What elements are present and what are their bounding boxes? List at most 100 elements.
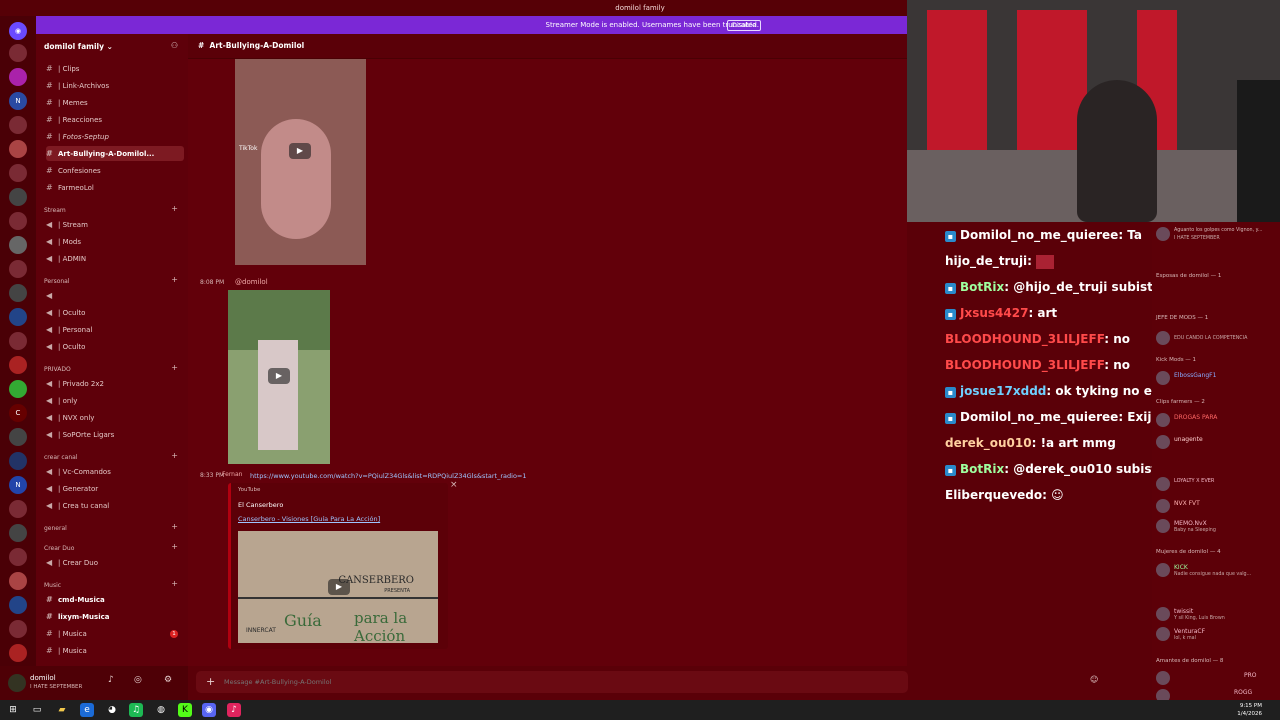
add-channel-icon[interactable]: + — [171, 579, 178, 588]
disable-streamer-button[interactable]: Disable — [726, 20, 761, 31]
voice-channel-mods[interactable]: ◀ | Mods — [46, 234, 184, 249]
server-icon[interactable] — [9, 380, 27, 398]
server-icon[interactable] — [9, 332, 27, 350]
server-icon[interactable] — [9, 140, 27, 158]
server-icon[interactable] — [9, 188, 27, 206]
channel-confesiones[interactable]: # Confesiones — [46, 163, 184, 178]
voice-channel-vc-comandos[interactable]: ◀ | Vc-Comandos — [46, 464, 184, 479]
voice-channel-only[interactable]: ◀ | only — [46, 393, 184, 408]
channel-reacciones[interactable]: # | Reacciones — [46, 112, 184, 127]
tiktok-video[interactable]: TikTok ▶ — [235, 59, 366, 265]
member-item[interactable]: DROGAS PARA — [1156, 412, 1280, 430]
server-icon[interactable] — [9, 308, 27, 326]
category-stream[interactable]: Stream — [44, 206, 66, 216]
category-crear-canal[interactable]: crear canal — [44, 453, 78, 463]
server-icon[interactable] — [9, 68, 27, 86]
play-icon[interactable]: ▶ — [268, 368, 290, 384]
server-icon[interactable] — [9, 548, 27, 566]
add-member-icon[interactable]: ⚇ — [171, 41, 178, 50]
message-list[interactable]: TikTok ▶ 8:08 PM @domilol ▶ 8:33 PM Fern… — [188, 59, 907, 666]
voice-channel-oculto-2[interactable]: ◀ | Oculto — [46, 339, 184, 354]
spotify-icon[interactable]: ♫ — [129, 703, 143, 717]
server-icon[interactable] — [9, 524, 27, 542]
add-channel-icon[interactable]: + — [171, 204, 178, 213]
server-icon[interactable] — [9, 572, 27, 590]
edge-icon[interactable]: e — [80, 703, 94, 717]
avatar[interactable] — [8, 674, 26, 692]
member-item[interactable]: MEMO.NvX Baby na Sleeping — [1156, 518, 1280, 536]
channel-fotos-septup[interactable]: # | Fotos-Septup — [46, 129, 184, 144]
plus-icon[interactable]: + — [206, 675, 215, 688]
server-icon[interactable] — [9, 596, 27, 614]
add-channel-icon[interactable]: + — [171, 522, 178, 531]
member-item[interactable]: VenturaCF lol, k mal — [1156, 626, 1280, 644]
member-item[interactable]: LOYALTY X EVER — [1156, 476, 1280, 494]
home-icon[interactable]: ◉ — [9, 22, 27, 40]
server-icon[interactable] — [9, 164, 27, 182]
channel-link-archivos[interactable]: # | Link-Archivos — [46, 78, 184, 93]
channel-clips[interactable]: # | Clips — [46, 61, 184, 76]
channel-cmd-musica[interactable]: # cmd-Musica — [46, 592, 184, 607]
username[interactable]: domilol — [30, 674, 56, 682]
message-author[interactable]: Fernan — [222, 471, 242, 478]
server-icon[interactable] — [9, 452, 27, 470]
category-personal[interactable]: Personal — [44, 277, 70, 287]
channel-farmeolol[interactable]: # FarmeoLol — [46, 180, 184, 195]
play-icon[interactable]: ▶ — [328, 579, 350, 595]
voice-channel-privado[interactable]: ◀ | Privado 2x2 — [46, 376, 184, 391]
category-crear-duo[interactable]: Crear Duo — [44, 544, 74, 554]
kick-icon[interactable]: K — [178, 703, 192, 717]
server-icon[interactable]: C — [9, 404, 27, 422]
embed-author[interactable]: El Canserbero — [238, 501, 283, 509]
headphones-icon[interactable]: ◎ — [134, 675, 142, 685]
server-icon[interactable] — [9, 260, 27, 278]
voice-channel[interactable]: ◀ — [46, 288, 184, 303]
youtube-link[interactable]: https://www.youtube.com/watch?v=PQiulZ34… — [250, 472, 527, 480]
video-attachment[interactable]: ▶ — [228, 290, 330, 464]
member-item[interactable]: EDU CANDO LA COMPETENCIA — [1156, 330, 1280, 348]
voice-channel-oculto[interactable]: ◀ | Oculto — [46, 305, 184, 320]
channel-art-bullying[interactable]: # Art-Bullying-A-Domilol... — [46, 146, 184, 161]
message-input[interactable] — [224, 676, 624, 688]
microphone-icon[interactable]: ♪ — [108, 675, 114, 685]
app-icon[interactable]: ♪ — [227, 703, 241, 717]
member-item[interactable]: unagente — [1156, 434, 1280, 452]
video-thumbnail[interactable]: CANSERBERO PRESENTA Guía para la Acción … — [238, 531, 438, 643]
member-item[interactable]: KICK Nadie consigue nada que valg... — [1156, 562, 1280, 580]
channel-lixym-musica[interactable]: # lixym-Musica — [46, 609, 184, 624]
browser-icon[interactable]: ◍ — [154, 703, 168, 717]
voice-channel-crear-duo[interactable]: ◀ | Crear Duo — [46, 555, 184, 570]
server-icon[interactable] — [9, 644, 27, 662]
server-icon[interactable]: N — [9, 476, 27, 494]
category-privado[interactable]: PRIVADO — [44, 365, 71, 375]
server-icon[interactable] — [9, 356, 27, 374]
windows-start-icon[interactable]: ⊞ — [6, 703, 20, 717]
discord-icon[interactable]: ◉ — [202, 703, 216, 717]
chrome-icon[interactable]: ◕ — [105, 703, 119, 717]
member-item[interactable]: Aguanto los golpes como Vignon, y... I HA… — [1156, 226, 1280, 244]
add-channel-icon[interactable]: + — [171, 451, 178, 460]
embed-title[interactable]: Canserbero - Visiones [Guía Para La Acci… — [238, 515, 380, 523]
task-view-icon[interactable]: ▭ — [30, 703, 44, 717]
voice-channel-admin[interactable]: ◀ | ADMIN — [46, 251, 184, 266]
server-icon[interactable] — [9, 236, 27, 254]
server-icon[interactable] — [9, 44, 27, 62]
close-icon[interactable]: × — [450, 480, 458, 490]
voice-channel-personal[interactable]: ◀ | Personal — [46, 322, 184, 337]
member-item[interactable]: PRO — [1156, 670, 1280, 688]
server-icon[interactable] — [9, 620, 27, 638]
voice-channel-nvx-only[interactable]: ◀ | NVX only — [46, 410, 184, 425]
server-icon[interactable] — [9, 212, 27, 230]
voice-channel-stream[interactable]: ◀ | Stream — [46, 217, 184, 232]
server-icon[interactable]: N — [9, 92, 27, 110]
emoji-icon[interactable]: ☺ — [1090, 675, 1098, 684]
add-channel-icon[interactable]: + — [171, 542, 178, 551]
clock[interactable]: 9:15 PM 1/4/2026 — [1237, 702, 1262, 718]
add-channel-icon[interactable]: + — [171, 363, 178, 372]
voice-channel-generator[interactable]: ◀ | Generator — [46, 481, 184, 496]
category-music[interactable]: Music — [44, 581, 61, 591]
member-item[interactable]: twissit Y sil King, Luis Brown — [1156, 606, 1280, 624]
gear-icon[interactable]: ⚙ — [164, 675, 172, 685]
server-icon[interactable] — [9, 500, 27, 518]
channel-musica[interactable]: # | Musica — [46, 626, 184, 641]
